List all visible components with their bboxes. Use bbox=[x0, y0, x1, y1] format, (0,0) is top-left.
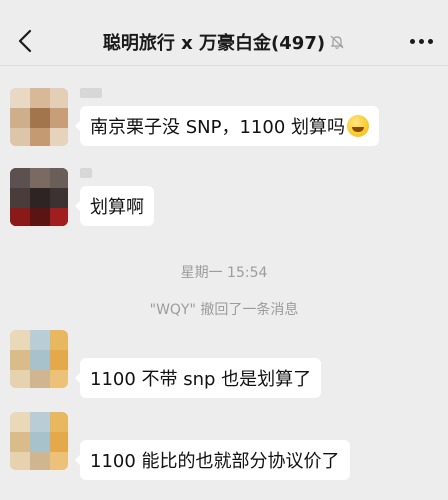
chevron-left-icon[interactable] bbox=[14, 28, 38, 54]
message-bubble[interactable]: 划算啊 bbox=[75, 186, 154, 226]
message-text: 1100 不带 snp 也是划算了 bbox=[90, 369, 312, 390]
dot bbox=[409, 38, 415, 44]
message-text: 南京栗子没 SNP，1100 划算吗 bbox=[90, 117, 345, 138]
message-text: 划算啊 bbox=[90, 197, 144, 218]
message-bubble[interactable]: 南京栗子没 SNP，1100 划算吗 bbox=[75, 106, 379, 146]
ellipsis-icon[interactable] bbox=[406, 30, 436, 52]
message-bubble[interactable]: 1100 不带 snp 也是划算了 bbox=[74, 358, 322, 398]
laughing-tears-emoji bbox=[347, 115, 369, 137]
avatar[interactable] bbox=[10, 168, 68, 226]
bell-off-icon bbox=[330, 35, 344, 49]
sender-name-redacted bbox=[80, 88, 102, 98]
dot bbox=[418, 38, 424, 44]
message-bubble[interactable]: 1100 能比的也就部分协议价了 bbox=[75, 440, 350, 480]
message-text: 1100 能比的也就部分协议价了 bbox=[90, 451, 340, 472]
recall-notice: "WQY" 撤回了一条消息 bbox=[149, 302, 299, 318]
avatar[interactable] bbox=[10, 88, 68, 146]
chat-header: 聪明旅行 x 万豪白金(497) bbox=[0, 0, 448, 66]
dot bbox=[427, 38, 433, 44]
sender-name-redacted bbox=[80, 168, 92, 178]
chat-title: 聪明旅行 x 万豪白金(497) bbox=[102, 33, 326, 54]
message-timestamp: 星期一 15:54 bbox=[180, 265, 268, 281]
avatar[interactable] bbox=[10, 412, 68, 470]
chat-title-group: 聪明旅行 x 万豪白金(497) bbox=[60, 30, 388, 54]
avatar[interactable] bbox=[10, 330, 68, 388]
